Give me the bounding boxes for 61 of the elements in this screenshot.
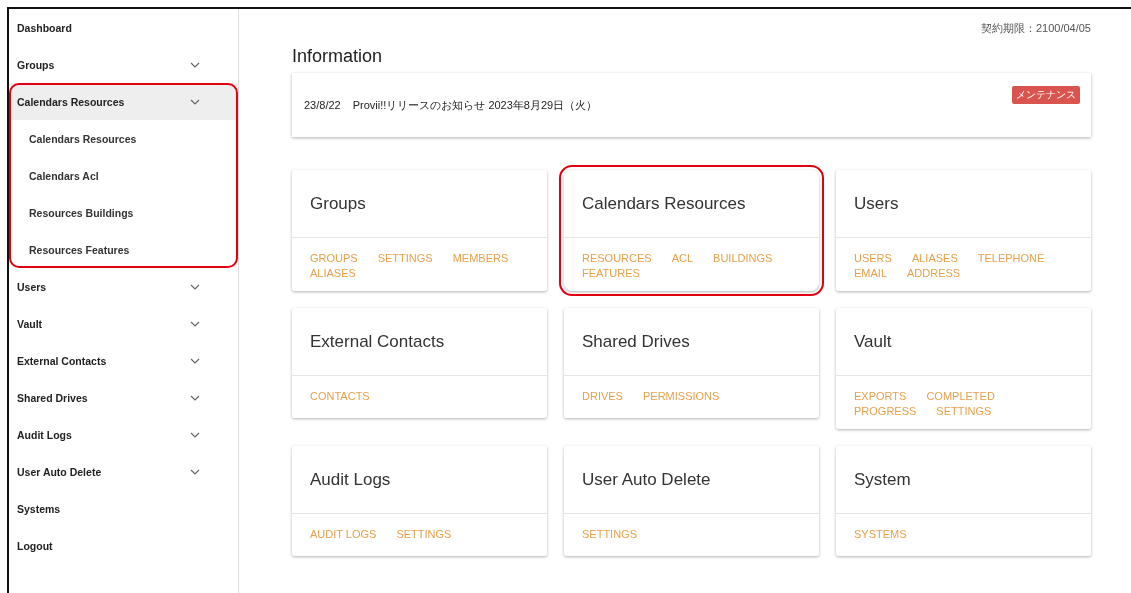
sidebar-item[interactable]: Audit Logs (9, 416, 238, 453)
card-title: External Contacts (292, 308, 547, 376)
card-link[interactable]: SETTINGS (377, 252, 433, 264)
sidebar-item[interactable]: User Auto Delete (9, 453, 238, 490)
chevron-down-icon (190, 61, 200, 68)
card-title: Shared Drives (564, 308, 819, 376)
sidebar-item[interactable]: Shared Drives (9, 379, 238, 416)
sidebar-subitem[interactable]: Calendars Resources (9, 120, 238, 157)
card-title: System (836, 446, 1091, 514)
card-link[interactable]: ADDRESS (907, 267, 961, 279)
card-title: Audit Logs (292, 446, 547, 514)
sidebar-item[interactable]: Groups (9, 46, 238, 83)
card-title: Vault (836, 308, 1091, 376)
sidebar-subitem[interactable]: Resources Features (9, 231, 238, 268)
card-link[interactable]: ALIASES (310, 267, 356, 279)
card-link[interactable]: TELEPHONE (977, 252, 1045, 264)
card-link[interactable]: MEMBERS (452, 252, 509, 264)
notice-date: 23/8/22 (304, 99, 341, 111)
chevron-down-icon (190, 468, 200, 475)
card-title: Calendars Resources (564, 170, 819, 238)
card-link[interactable]: PERMISSIONS (642, 390, 720, 402)
card-link[interactable]: FEATURES (582, 267, 640, 279)
card-link[interactable]: CONTACTS (310, 390, 370, 402)
card-link[interactable]: EMAIL (854, 267, 887, 279)
card-title: Users (836, 170, 1091, 238)
card-link[interactable]: PROGRESS (854, 405, 917, 417)
sidebar-item[interactable]: Calendars Resources (9, 83, 238, 120)
card-link[interactable]: EXPORTS (854, 390, 907, 402)
card-link[interactable]: GROUPS (310, 252, 358, 264)
card-link[interactable]: USERS (854, 252, 892, 264)
card-title: Groups (292, 170, 547, 238)
card-link[interactable]: ACL (671, 252, 694, 264)
chevron-down-icon (190, 357, 200, 364)
sidebar-item[interactable]: Users (9, 268, 238, 305)
sidebar-item[interactable]: Dashboard (9, 9, 238, 46)
card-link[interactable]: BUILDINGS (713, 252, 773, 264)
card-link[interactable]: COMPLETED (926, 390, 995, 402)
chevron-down-icon (190, 98, 200, 105)
card-link[interactable]: SYSTEMS (854, 528, 907, 540)
chevron-down-icon (190, 431, 200, 438)
notice-text[interactable]: Provii!!リリースのお知らせ 2023年8月29日（火） (352, 97, 598, 113)
sidebar-item[interactable]: External Contacts (9, 342, 238, 379)
chevron-down-icon (190, 394, 200, 401)
sidebar-subitem[interactable]: Resources Buildings (9, 194, 238, 231)
sidebar-item[interactable]: Logout (9, 527, 238, 564)
card-link[interactable]: SETTINGS (582, 528, 637, 540)
section-title: Information (292, 46, 384, 67)
card-link[interactable]: AUDIT LOGS (310, 528, 377, 540)
card-link[interactable]: SETTINGS (396, 528, 452, 540)
contract-expiry: 契約期限：2100/04/05 (979, 21, 1091, 36)
sidebar-item[interactable]: Vault (9, 305, 238, 342)
chevron-down-icon (190, 320, 200, 327)
card-link[interactable]: SETTINGS (936, 405, 992, 417)
card-link[interactable]: DRIVES (582, 390, 623, 402)
sidebar-item[interactable]: Systems (9, 490, 238, 527)
maintenance-badge: メンテナンス (1012, 86, 1080, 104)
chevron-down-icon (190, 283, 200, 290)
card-title: User Auto Delete (564, 446, 819, 514)
sidebar-subitem[interactable]: Calendars Acl (9, 157, 238, 194)
card-link[interactable]: RESOURCES (582, 252, 652, 264)
card-link[interactable]: ALIASES (911, 252, 958, 264)
